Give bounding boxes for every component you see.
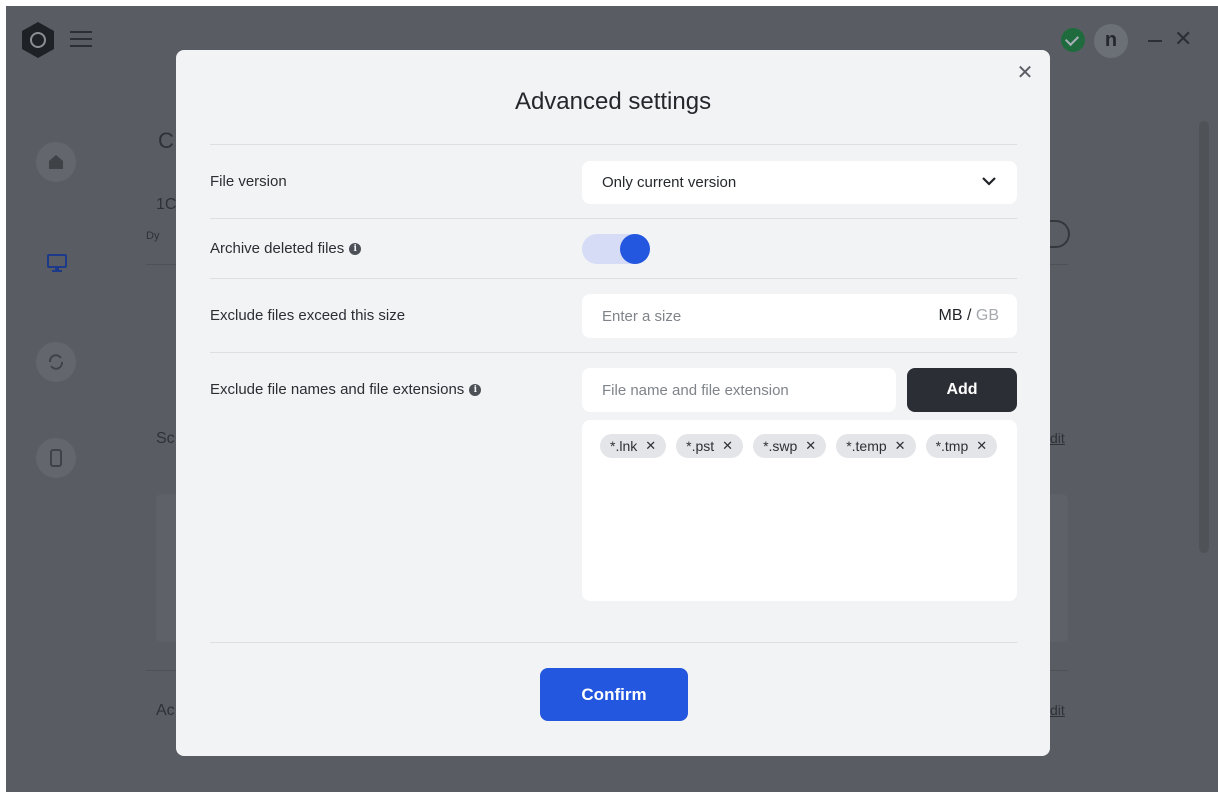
minimize-icon[interactable] bbox=[1148, 40, 1162, 42]
excluded-tags-list: *.lnk ✕ *.pst ✕ *.swp ✕ *.temp ✕ *.tmp ✕ bbox=[582, 420, 1017, 601]
archive-deleted-label-text: Archive deleted files bbox=[210, 240, 345, 257]
dialog-title: Advanced settings bbox=[514, 88, 712, 115]
bg-section-title: Ac bbox=[156, 702, 175, 719]
computer-icon[interactable] bbox=[36, 242, 76, 282]
chevron-down-icon bbox=[982, 177, 996, 186]
info-icon[interactable]: i bbox=[349, 242, 362, 255]
bg-edit-link[interactable]: dit bbox=[1050, 430, 1065, 446]
home-icon[interactable] bbox=[36, 142, 76, 182]
unit-separator: / bbox=[962, 307, 976, 324]
sync-status-icon bbox=[1061, 28, 1085, 52]
extension-input[interactable] bbox=[582, 368, 882, 412]
excluded-tag: *.lnk ✕ bbox=[600, 434, 667, 458]
remove-tag-icon[interactable]: ✕ bbox=[976, 434, 987, 458]
add-button[interactable]: Add bbox=[907, 368, 1017, 412]
sync-icon[interactable] bbox=[36, 342, 76, 382]
excluded-tag: *.tmp ✕ bbox=[925, 434, 998, 458]
file-version-select[interactable]: Only current version bbox=[582, 161, 1017, 204]
bg-subtext: Dy bbox=[146, 230, 160, 242]
exclude-size-label: Exclude files exceed this size bbox=[210, 307, 405, 324]
confirm-button[interactable]: Confirm bbox=[540, 668, 688, 721]
file-version-label-text: File version bbox=[210, 173, 287, 190]
size-unit-switch[interactable]: MB / GB bbox=[939, 294, 999, 338]
excluded-tag-label: *.pst bbox=[686, 438, 715, 454]
archive-deleted-label: Archive deleted files i bbox=[210, 240, 362, 257]
file-version-label: File version bbox=[210, 173, 287, 190]
menu-icon[interactable] bbox=[70, 31, 92, 47]
divider bbox=[210, 278, 1017, 279]
archive-deleted-toggle[interactable] bbox=[582, 234, 650, 264]
divider bbox=[210, 144, 1017, 145]
scrollbar[interactable] bbox=[1199, 121, 1209, 553]
excluded-tag: *.pst ✕ bbox=[676, 434, 744, 458]
bg-page-title: C bbox=[158, 128, 174, 153]
exclude-size-label-text: Exclude files exceed this size bbox=[210, 307, 406, 324]
excluded-tag-label: *.lnk bbox=[610, 438, 638, 454]
phone-icon[interactable] bbox=[36, 438, 76, 478]
excluded-tag-label: *.swp bbox=[763, 438, 798, 454]
app-logo-icon bbox=[22, 22, 54, 58]
file-version-value: Only current version bbox=[602, 174, 737, 191]
divider bbox=[210, 352, 1017, 353]
extension-field[interactable] bbox=[582, 368, 896, 412]
info-icon[interactable]: i bbox=[469, 383, 482, 396]
bg-section-title: Sc bbox=[156, 430, 175, 447]
unit-gb[interactable]: GB bbox=[976, 307, 999, 324]
bg-number: 1C bbox=[156, 196, 177, 213]
excluded-tag: *.swp ✕ bbox=[753, 434, 827, 458]
remove-tag-icon[interactable]: ✕ bbox=[722, 434, 733, 458]
exclude-names-label: Exclude file names and file extensions i bbox=[210, 381, 482, 398]
excluded-tag-label: *.temp bbox=[846, 438, 887, 454]
window-close-icon[interactable]: ✕ bbox=[1174, 28, 1196, 50]
toggle-knob bbox=[620, 234, 650, 264]
avatar[interactable]: n bbox=[1094, 24, 1128, 58]
divider bbox=[210, 218, 1017, 219]
excluded-tag-label: *.tmp bbox=[935, 438, 969, 454]
exclude-names-label-text: Exclude file names and file extensions bbox=[210, 381, 465, 398]
remove-tag-icon[interactable]: ✕ bbox=[645, 434, 656, 458]
remove-tag-icon[interactable]: ✕ bbox=[895, 434, 906, 458]
size-input[interactable] bbox=[582, 294, 882, 338]
bg-edit-link[interactable]: dit bbox=[1050, 702, 1065, 718]
unit-mb[interactable]: MB bbox=[939, 307, 963, 324]
advanced-settings-dialog: ✕ Advanced settings File version Only cu… bbox=[176, 50, 1050, 756]
excluded-tag: *.temp ✕ bbox=[836, 434, 916, 458]
divider bbox=[210, 642, 1017, 643]
close-icon[interactable]: ✕ bbox=[1014, 62, 1036, 84]
remove-tag-icon[interactable]: ✕ bbox=[805, 434, 816, 458]
size-field[interactable]: MB / GB bbox=[582, 294, 1017, 338]
